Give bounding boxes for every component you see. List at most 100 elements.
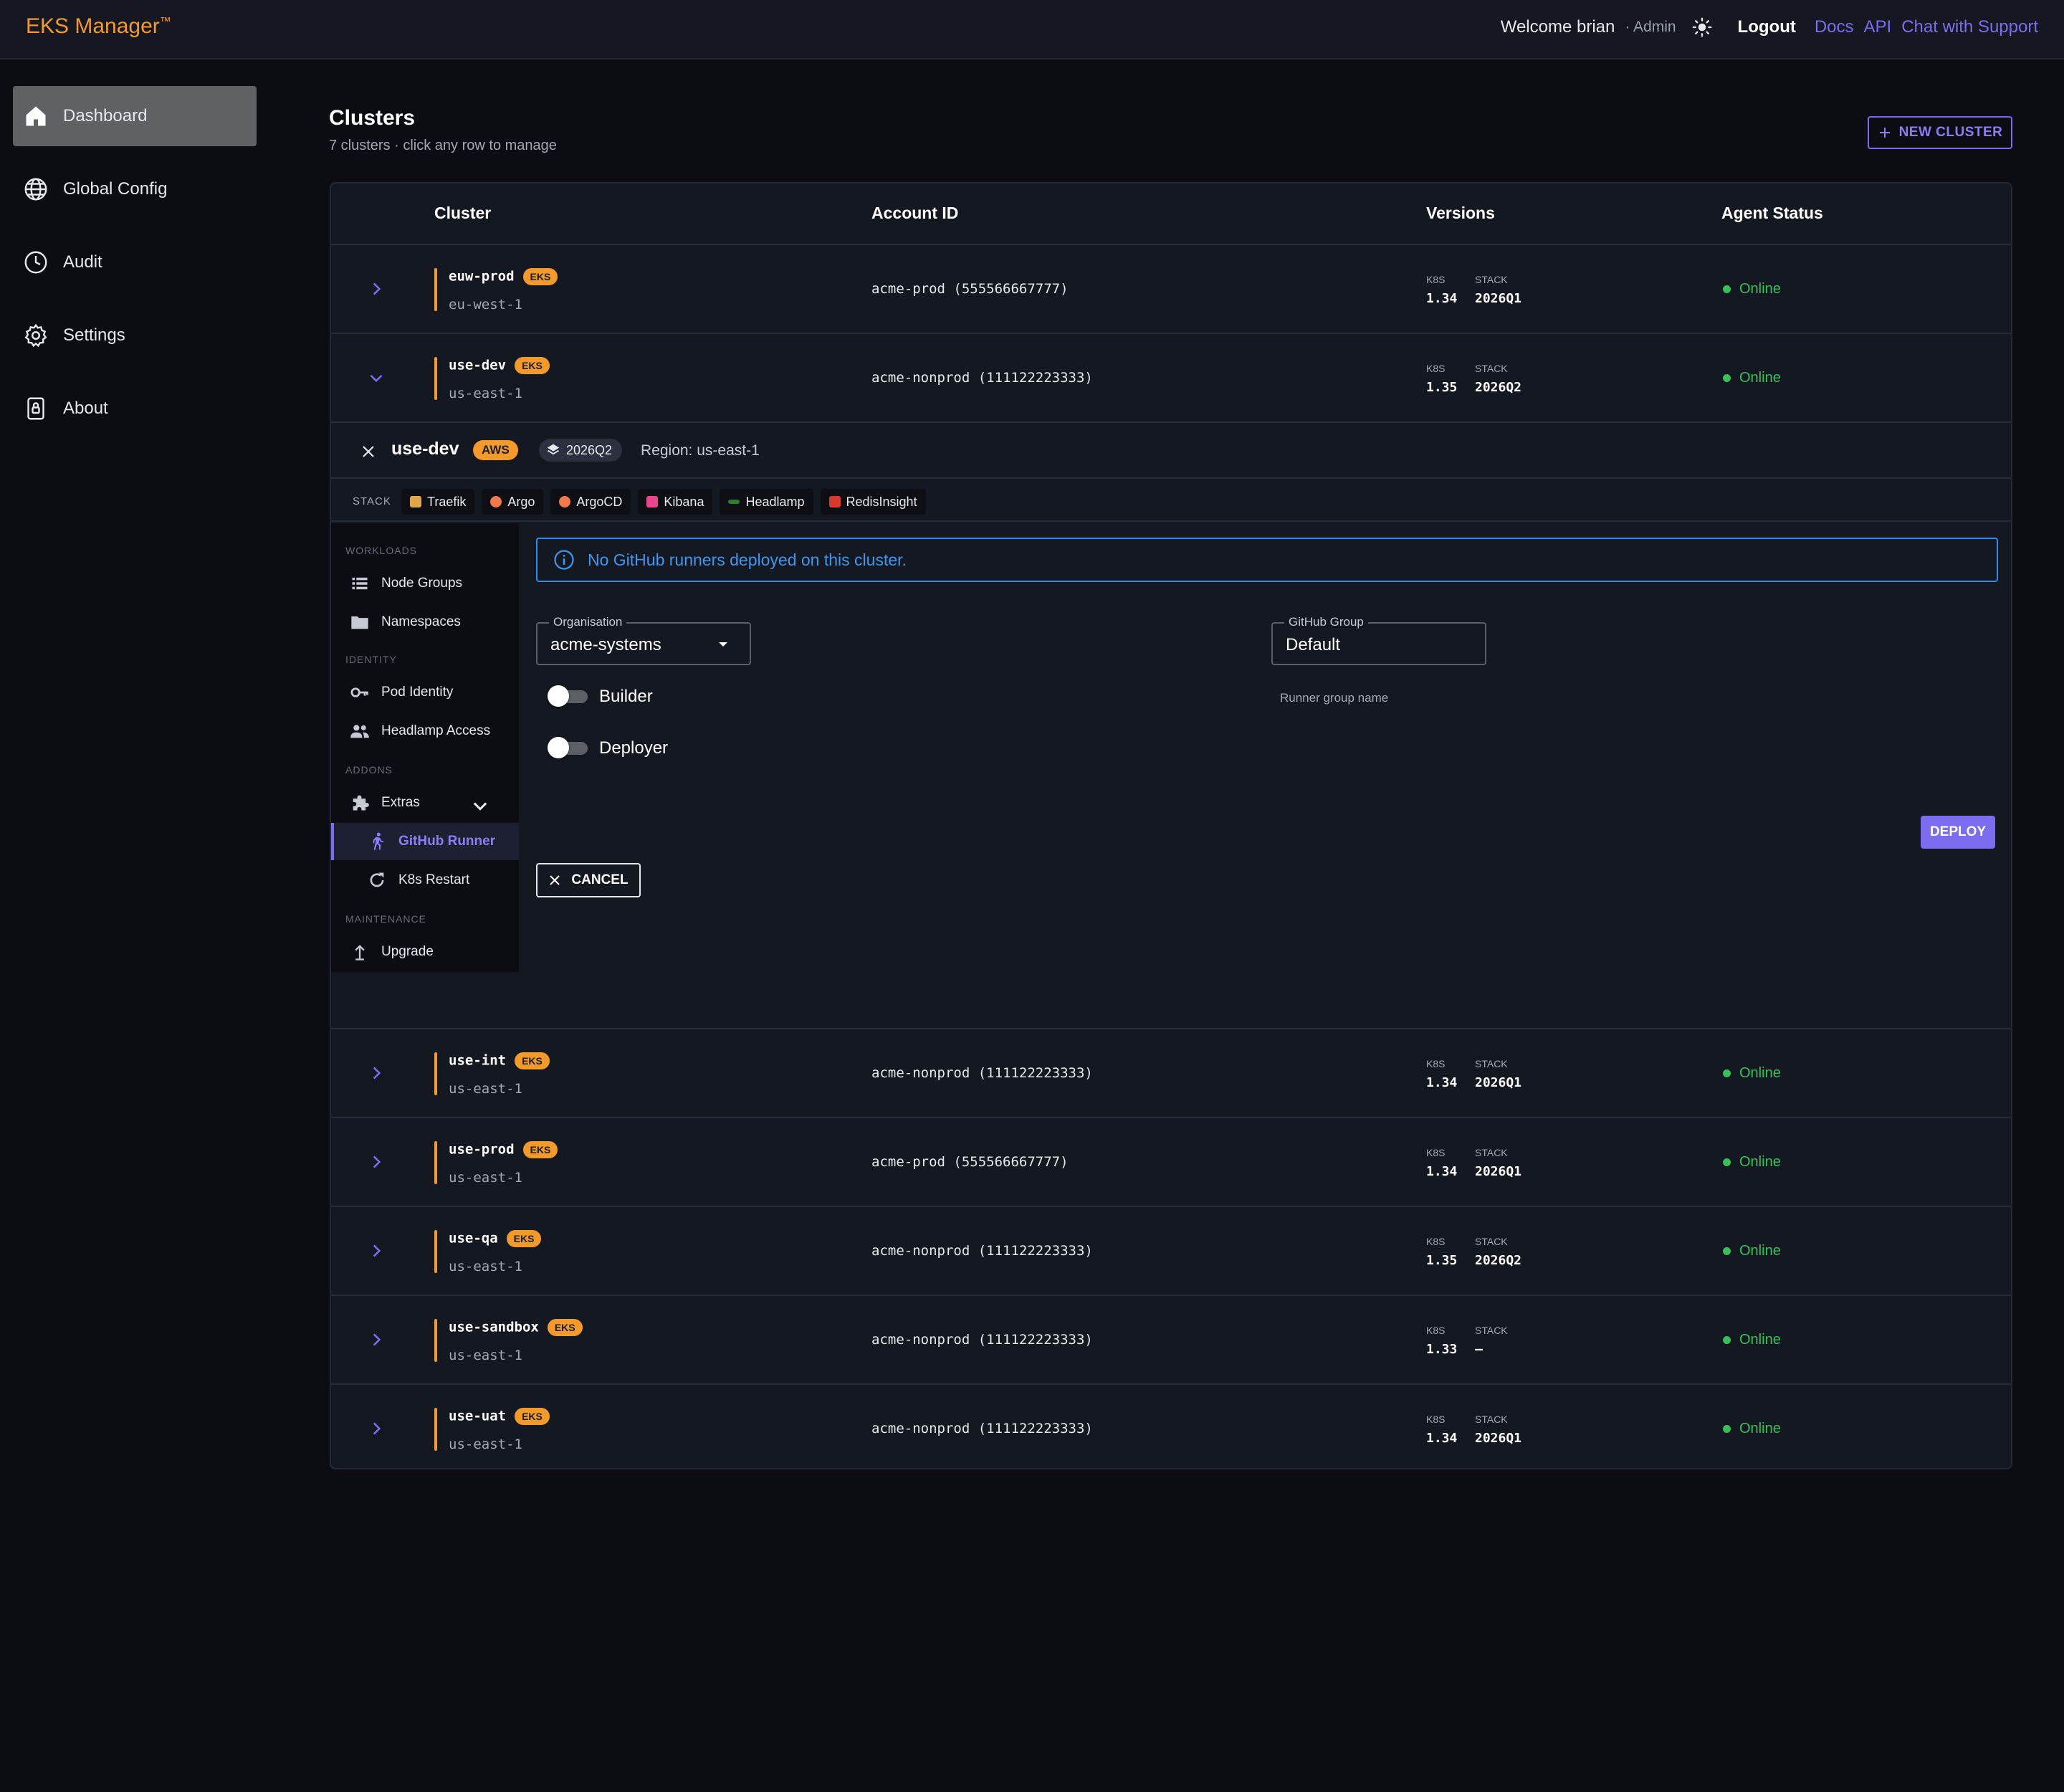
stack-version-chip: 2026Q2 xyxy=(539,439,623,462)
page-subtitle: 7 clusters · click any row to manage xyxy=(329,138,557,153)
close-icon[interactable] xyxy=(360,443,377,460)
k8s-version: 1.35 xyxy=(1426,380,1458,395)
k8s-label: K8S xyxy=(1426,1414,1446,1425)
table-header: Cluster Account ID Versions Agent Status xyxy=(331,184,2011,245)
col-versions[interactable]: Versions xyxy=(1426,204,1495,223)
chevron-right-icon[interactable] xyxy=(367,1241,386,1260)
eks-badge: EKS xyxy=(515,1408,550,1425)
stack-label: STACK xyxy=(1475,1414,1508,1425)
status-badge: Online xyxy=(1723,370,1781,386)
cluster-subnav: WORKLOADS Node Groups Namespaces IDENTIT… xyxy=(331,523,519,972)
chevron-right-icon[interactable] xyxy=(367,1064,386,1082)
col-cluster[interactable]: Cluster xyxy=(434,204,491,223)
chip-redisinsight[interactable]: RedisInsight xyxy=(820,489,926,515)
subnav-item-namespaces[interactable]: Namespaces xyxy=(331,604,519,641)
status-badge: Online xyxy=(1723,281,1781,297)
deploy-button[interactable]: DEPLOY xyxy=(1921,816,1995,849)
stack-version: 2026Q2 xyxy=(1475,380,1522,395)
sidebar-item-dashboard[interactable]: Dashboard xyxy=(13,86,257,146)
stack-label: STACK xyxy=(1475,274,1508,285)
subnav-item-pod-identity[interactable]: Pod Identity xyxy=(331,674,519,711)
subnav-item-node-groups[interactable]: Node Groups xyxy=(331,565,519,602)
argocd-icon xyxy=(559,496,571,507)
eks-badge: EKS xyxy=(506,1230,542,1247)
status-badge: Online xyxy=(1723,1154,1781,1171)
status-dot xyxy=(1723,374,1731,382)
k8s-label: K8S xyxy=(1426,1325,1446,1336)
subnav-item-headlamp-access[interactable]: Headlamp Access xyxy=(331,712,519,750)
chip-argocd[interactable]: ArgoCD xyxy=(550,489,631,515)
col-account-id[interactable]: Account ID xyxy=(871,204,958,223)
deployer-label: Deployer xyxy=(599,738,669,758)
table-row[interactable]: use-dev EKS us-east-1 acme-nonprod (11112… xyxy=(331,334,2011,423)
builder-toggle[interactable] xyxy=(548,685,588,707)
globe-icon xyxy=(24,178,47,201)
traefik-icon xyxy=(410,496,421,507)
account-id: acme-prod (555566667777) xyxy=(871,1154,1069,1170)
chip-argo[interactable]: Argo xyxy=(482,489,544,515)
api-link[interactable]: API xyxy=(1864,17,1892,37)
support-link[interactable]: Chat with Support xyxy=(1901,17,2038,37)
sidebar-item-label: Audit xyxy=(63,252,102,272)
info-icon xyxy=(554,550,574,570)
k8s-version: 1.34 xyxy=(1426,291,1458,306)
chevron-right-icon[interactable] xyxy=(367,1153,386,1171)
table-row[interactable]: use-int EKS us-east-1 acme-nonprod (11112… xyxy=(331,1029,2011,1118)
chevron-right-icon[interactable] xyxy=(367,280,386,298)
k8s-version: 1.34 xyxy=(1426,1164,1458,1179)
sidebar-item-global-config[interactable]: Global Config xyxy=(13,159,257,219)
organisation-select[interactable]: Organisation acme-systems xyxy=(536,615,751,665)
stack-version: — xyxy=(1475,1342,1483,1357)
panel-header: use-dev AWS 2026Q2 Region: us-east-1 xyxy=(331,423,2011,479)
stack-label: STACK xyxy=(353,495,391,507)
table-row[interactable]: euw-prod EKS eu-west-1 acme-prod (5555666… xyxy=(331,245,2011,334)
cluster-region: us-east-1 xyxy=(449,1259,522,1274)
chevron-down-icon[interactable] xyxy=(367,368,386,387)
sidebar-item-about[interactable]: About xyxy=(13,378,257,439)
chip-traefik[interactable]: Traefik xyxy=(401,489,475,515)
list-icon xyxy=(352,577,368,590)
table-row[interactable]: use-uat EKS us-east-1 acme-nonprod (11112… xyxy=(331,1385,2011,1468)
sidebar-item-settings[interactable]: Settings xyxy=(13,305,257,366)
sidebar-item-audit[interactable]: Audit xyxy=(13,232,257,292)
redisinsight-icon xyxy=(828,496,841,507)
github-group-value[interactable]: Default xyxy=(1286,635,1340,655)
welcome-text: Welcome brian xyxy=(1500,17,1615,37)
logout-button[interactable]: Logout xyxy=(1738,17,1796,37)
github-group-field[interactable]: GitHub Group Default xyxy=(1271,615,1486,665)
table-row[interactable]: use-qa EKS us-east-1 acme-nonprod (111122… xyxy=(331,1207,2011,1296)
stack-version: 2026Q1 xyxy=(1475,1075,1522,1090)
table-row[interactable]: use-sandbox EKS us-east-1 acme-nonprod (1… xyxy=(331,1296,2011,1385)
chip-kibana[interactable]: Kibana xyxy=(638,489,713,515)
status-dot xyxy=(1723,1336,1731,1344)
sidebar-item-label: Settings xyxy=(63,325,125,345)
subnav-item-extras[interactable]: Extras xyxy=(331,784,519,821)
eks-badge: EKS xyxy=(547,1319,583,1336)
col-agent-status[interactable]: Agent Status xyxy=(1721,204,1823,223)
cancel-button[interactable]: CANCEL xyxy=(536,863,641,897)
info-text: No GitHub runners deployed on this clust… xyxy=(588,550,907,569)
app-logo[interactable]: EKS Manager™ xyxy=(26,14,171,39)
new-cluster-button[interactable]: NEW CLUSTER xyxy=(1868,116,2012,149)
users-icon xyxy=(350,725,369,738)
cluster-detail-panel: use-dev AWS 2026Q2 Region: us-east-1 STA… xyxy=(331,423,2011,1029)
k8s-version: 1.33 xyxy=(1426,1342,1458,1357)
deployer-toggle[interactable] xyxy=(548,737,588,758)
k8s-version: 1.34 xyxy=(1426,1431,1458,1446)
theme-toggle-icon[interactable] xyxy=(1692,17,1712,37)
chevron-right-icon[interactable] xyxy=(367,1419,386,1438)
subnav-section-maintenance: MAINTENANCE xyxy=(345,913,426,925)
chevron-down-icon[interactable] xyxy=(470,796,490,816)
plus-icon xyxy=(1879,128,1890,138)
chip-headlamp[interactable]: Headlamp xyxy=(720,489,813,515)
clusters-table: Cluster Account ID Versions Agent Status… xyxy=(330,182,2012,1469)
argo-icon xyxy=(490,496,502,507)
cluster-name: use-prod EKS xyxy=(449,1141,558,1158)
stack-version: 2026Q2 xyxy=(1475,1253,1522,1268)
subnav-item-k8s-restart[interactable]: K8s Restart xyxy=(331,862,519,899)
docs-link[interactable]: Docs xyxy=(1815,17,1854,37)
chevron-right-icon[interactable] xyxy=(367,1330,386,1349)
table-row[interactable]: use-prod EKS us-east-1 acme-prod (5555666… xyxy=(331,1118,2011,1207)
subnav-item-github-runner[interactable]: GitHub Runner xyxy=(331,823,519,860)
subnav-item-upgrade[interactable]: Upgrade xyxy=(331,933,519,971)
